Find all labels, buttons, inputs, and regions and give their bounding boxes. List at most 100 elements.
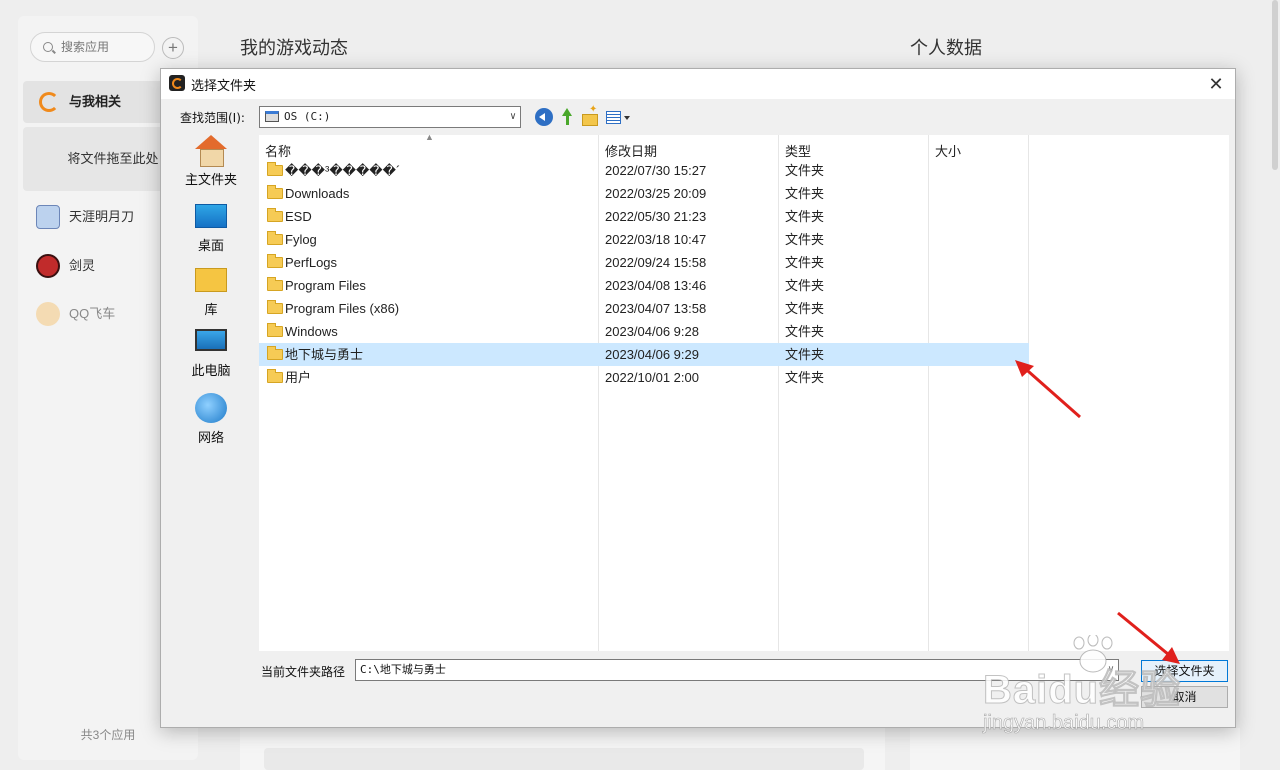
file-name: ESD: [285, 209, 312, 224]
sort-ascending-icon: ▲: [425, 132, 434, 142]
column-header-type[interactable]: 类型: [785, 141, 811, 160]
file-name: 地下城与勇士: [285, 347, 364, 362]
current-path-field[interactable]: C:\地下城与勇士 ∨: [355, 659, 1119, 681]
add-app-button[interactable]: +: [162, 37, 184, 59]
place-this-pc[interactable]: 此电脑: [169, 329, 253, 379]
file-name: Program Files (x86): [285, 301, 400, 316]
file-type: 文件夹: [785, 232, 825, 247]
folder-icon: [267, 277, 283, 291]
select-folder-button[interactable]: 选择文件夹: [1141, 660, 1228, 682]
page-scrollbar[interactable]: [1272, 0, 1278, 170]
file-row[interactable]: Downloads 2022/03/25 20:09 文件夹: [259, 182, 1029, 205]
place-home[interactable]: 主文件夹: [169, 135, 253, 188]
file-date: 2022/10/01 2:00: [605, 370, 699, 385]
search-placeholder: 搜索应用: [61, 40, 110, 54]
game-label: QQ飞车: [69, 306, 116, 321]
file-row[interactable]: Program Files (x86) 2023/04/07 13:58 文件夹: [259, 297, 1029, 320]
app-logo-icon: [39, 92, 59, 112]
search-icon: [43, 42, 53, 52]
folder-icon: [267, 208, 283, 222]
section-title-activity: 我的游戏动态: [240, 38, 348, 58]
file-list[interactable]: ▲ 名称 修改日期 类型 大小 ���³�����´ 2022/07/30 15:…: [259, 132, 1229, 651]
folder-icon: [267, 185, 283, 199]
file-date: 2022/03/25 20:09: [605, 186, 707, 201]
dialog-titlebar: 选择文件夹 ✕: [161, 69, 1235, 99]
file-row[interactable]: 用户 2022/10/01 2:00 文件夹: [259, 366, 1029, 389]
file-type: 文件夹: [785, 370, 825, 385]
folder-icon: [267, 162, 283, 176]
file-date: 2022/07/30 15:27: [605, 163, 707, 178]
file-date: 2023/04/06 9:29: [605, 347, 699, 362]
chevron-down-icon: ∨: [509, 111, 516, 122]
folder-icon: [267, 300, 283, 314]
file-name: Program Files: [285, 278, 366, 293]
current-path-label: 当前文件夹路径: [261, 665, 346, 679]
game-label: 剑灵: [69, 258, 96, 273]
chevron-down-icon: ∨: [1107, 664, 1114, 675]
personal-data-panel: [910, 728, 1240, 770]
file-type: 文件夹: [785, 278, 825, 293]
file-type: 文件夹: [785, 186, 825, 201]
places-bar: 主文件夹 桌面 库 此电脑 网络: [169, 135, 259, 725]
column-header-date[interactable]: 修改日期: [605, 141, 657, 160]
back-icon[interactable]: [535, 108, 553, 126]
place-network[interactable]: 网络: [169, 393, 253, 446]
file-row[interactable]: Windows 2023/04/06 9:28 文件夹: [259, 320, 1029, 343]
close-icon[interactable]: ✕: [1205, 73, 1227, 95]
folder-icon: [267, 254, 283, 268]
dialog-title: 选择文件夹: [191, 78, 257, 93]
folder-icon: [267, 369, 283, 383]
place-label: 网络: [197, 430, 224, 445]
column-header-name[interactable]: 名称: [265, 141, 291, 160]
place-label: 桌面: [197, 238, 224, 253]
place-library[interactable]: 库: [169, 265, 253, 318]
desktop-icon: [195, 204, 227, 228]
select-folder-dialog: 选择文件夹 ✕ 查找范围(I): OS (C:) ∨ 主文件夹 桌面 库 此电脑…: [160, 68, 1236, 728]
file-name: Windows: [285, 324, 338, 339]
file-date: 2022/03/18 10:47: [605, 232, 707, 247]
game-icon: [36, 302, 60, 326]
game-label: 天涯明月刀: [69, 209, 135, 224]
file-name: PerfLogs: [285, 255, 338, 270]
file-date: 2022/05/30 21:23: [605, 209, 707, 224]
look-in-dropdown[interactable]: OS (C:) ∨: [259, 106, 521, 128]
game-icon: [36, 205, 60, 229]
file-row[interactable]: PerfLogs 2022/09/24 15:58 文件夹: [259, 251, 1029, 274]
file-name: ���³�����´: [285, 163, 401, 178]
home-icon: [195, 135, 227, 167]
look-in-label: 查找范围(I):: [180, 111, 245, 125]
current-path-value: C:\地下城与勇士: [360, 663, 446, 676]
section-title-personal-data: 个人数据: [910, 38, 982, 58]
file-date: 2022/09/24 15:58: [605, 255, 707, 270]
column-header-size[interactable]: 大小: [935, 141, 961, 160]
cancel-button[interactable]: 取消: [1141, 686, 1228, 708]
app-count: 共3个应用: [80, 728, 136, 742]
up-folder-icon[interactable]: [558, 108, 576, 126]
new-folder-icon[interactable]: [581, 104, 599, 126]
place-desktop[interactable]: 桌面: [169, 201, 253, 254]
search-input[interactable]: 搜索应用: [30, 32, 155, 62]
file-row[interactable]: ���³�����´ 2022/07/30 15:27 文件夹: [259, 159, 1029, 182]
file-date: 2023/04/08 13:46: [605, 278, 707, 293]
file-type: 文件夹: [785, 255, 825, 270]
file-type: 文件夹: [785, 347, 825, 362]
file-type: 文件夹: [785, 163, 825, 178]
app-logo-icon: [169, 75, 185, 91]
file-row[interactable]: 地下城与勇士 2023/04/06 9:29 文件夹: [259, 343, 1029, 366]
place-label: 此电脑: [191, 363, 231, 378]
network-icon: [195, 393, 227, 423]
file-name: 用户: [285, 370, 312, 385]
file-row[interactable]: Program Files 2023/04/08 13:46 文件夹: [259, 274, 1029, 297]
place-label: 主文件夹: [184, 172, 237, 187]
drive-icon: [265, 111, 279, 122]
file-name: Downloads: [285, 186, 350, 201]
file-type: 文件夹: [785, 324, 825, 339]
file-row[interactable]: ESD 2022/05/30 21:23 文件夹: [259, 205, 1029, 228]
library-icon: [195, 268, 227, 292]
view-menu-icon[interactable]: [605, 108, 633, 126]
activity-card: [264, 748, 864, 770]
file-type: 文件夹: [785, 209, 825, 224]
file-row[interactable]: Fylog 2022/03/18 10:47 文件夹: [259, 228, 1029, 251]
folder-icon: [267, 231, 283, 245]
file-date: 2023/04/07 13:58: [605, 301, 707, 316]
